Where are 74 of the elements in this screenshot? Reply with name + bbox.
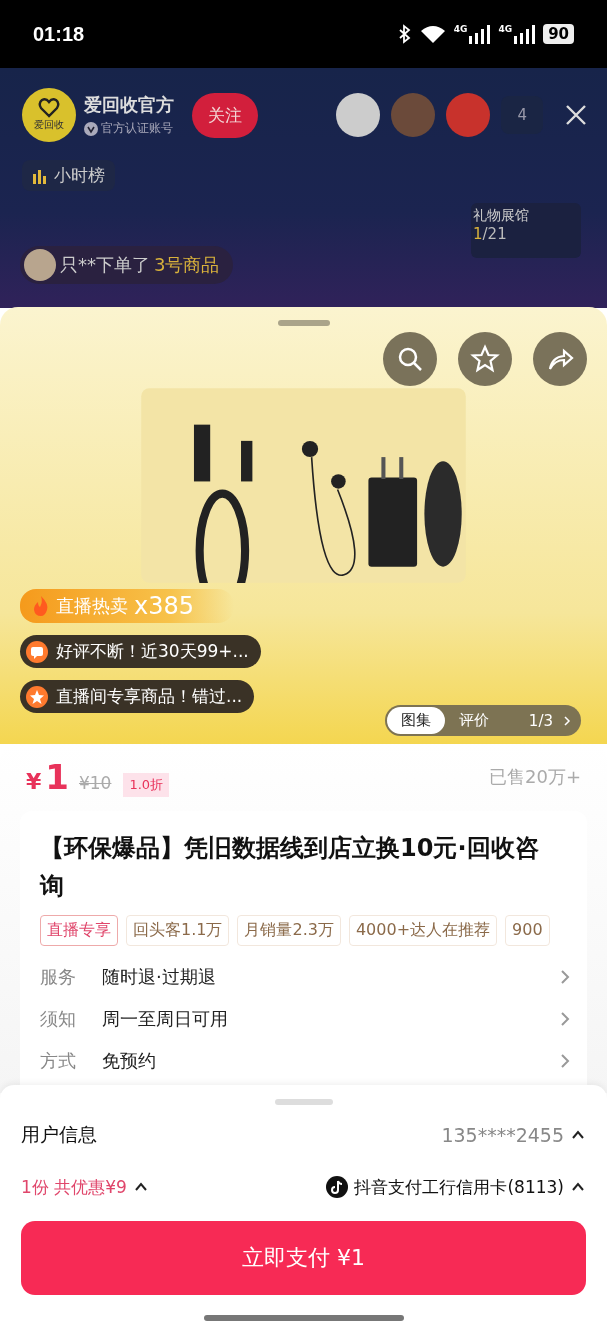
gift-gallery-card[interactable]: 礼物展馆 1/21 bbox=[471, 203, 581, 258]
anchor-avatar[interactable]: 爱回收 bbox=[22, 88, 76, 142]
info-value: 周一至周日可用 bbox=[102, 1007, 228, 1031]
gift-page-current: 1 bbox=[473, 225, 483, 243]
info-label: 方式 bbox=[40, 1049, 77, 1073]
comment-icon bbox=[26, 640, 48, 663]
bar-chart-icon bbox=[32, 167, 48, 184]
info-row[interactable]: 服务 随时退·过期退 bbox=[40, 956, 587, 998]
signal-icon bbox=[468, 24, 491, 44]
rank-label: 小时榜 bbox=[54, 164, 105, 187]
gallery-tab[interactable]: 评价 bbox=[444, 707, 503, 734]
verified-label: 官方认证账号 bbox=[101, 120, 173, 137]
product-tag: 月销量2.3万 bbox=[237, 915, 341, 946]
hot-sale-count: x385 bbox=[134, 592, 194, 620]
price: 1 bbox=[45, 757, 69, 797]
info-row[interactable]: 须知 周一至周日可用 bbox=[40, 998, 587, 1040]
network-label: 4G bbox=[498, 24, 513, 34]
product-tag: 直播专享 bbox=[40, 915, 118, 946]
follow-button[interactable]: 关注 bbox=[192, 92, 258, 138]
discount-badge: 1.0折 bbox=[123, 773, 170, 797]
heart-icon bbox=[38, 98, 60, 118]
highlight-text: 直播间专享商品！错过... bbox=[56, 685, 243, 708]
gallery-tab[interactable]: 图集 bbox=[386, 707, 445, 734]
product-tag: 回头客1.1万 bbox=[126, 915, 230, 946]
fire-icon bbox=[32, 595, 50, 617]
product-title: 【环保爆品】凭旧数据线到店立换10元·回收咨询 bbox=[40, 833, 540, 902]
product-tag: 900 bbox=[505, 915, 550, 946]
user-avatar bbox=[24, 249, 56, 281]
anchor-card[interactable]: 爱回收 爱回收官方 官方认证账号 bbox=[22, 88, 174, 142]
original-price: ¥10 bbox=[79, 773, 112, 793]
phone-number: 135****2455 bbox=[441, 1124, 564, 1146]
share-button[interactable] bbox=[533, 332, 587, 386]
anchor-name: 爱回收官方 bbox=[84, 93, 174, 117]
notice-text: 只**下单了 bbox=[60, 253, 150, 277]
highlight-text: 好评不断！近30天99+... bbox=[56, 640, 249, 663]
savings-selector[interactable]: 1份 共优惠¥9 bbox=[21, 1175, 149, 1199]
pay-button[interactable]: 立即支付 ¥1 bbox=[21, 1221, 586, 1295]
signal-icon bbox=[513, 24, 536, 44]
chevron-right-icon[interactable] bbox=[563, 714, 571, 727]
search-button[interactable] bbox=[383, 332, 437, 386]
bluetooth-icon bbox=[397, 24, 412, 44]
clock-time: 01:18 bbox=[33, 22, 85, 46]
info-row[interactable]: 方式 免预约 bbox=[40, 1040, 587, 1082]
viewer-count[interactable]: 4 bbox=[501, 96, 543, 134]
page-indicator: 1/3 bbox=[528, 711, 553, 730]
info-value: 随时退·过期退 bbox=[102, 965, 216, 989]
verified-icon bbox=[84, 121, 98, 136]
info-label: 须知 bbox=[40, 1007, 77, 1031]
notice-item: 3号商品 bbox=[154, 253, 220, 277]
star-button[interactable] bbox=[458, 332, 512, 386]
sold-count: 已售20万+ bbox=[489, 765, 581, 789]
info-value: 免预约 bbox=[102, 1049, 156, 1073]
drag-handle[interactable] bbox=[274, 1099, 333, 1105]
battery-level: 90 bbox=[543, 24, 574, 44]
user-info-selector[interactable]: 135****2455 bbox=[441, 1124, 586, 1146]
payment-method-selector[interactable]: 抖音支付工行信用卡(8113) bbox=[326, 1175, 586, 1199]
gift-gallery-label: 礼物展馆 bbox=[473, 207, 530, 225]
drag-handle[interactable] bbox=[277, 320, 330, 326]
gift-page-total: /21 bbox=[482, 225, 507, 243]
network-label: 4G bbox=[453, 24, 468, 34]
user-info-label: 用户信息 bbox=[21, 1122, 97, 1147]
product-tag: 4000+达人在推荐 bbox=[348, 915, 498, 946]
rank-button[interactable]: 小时榜 bbox=[22, 160, 115, 191]
info-label: 服务 bbox=[40, 965, 77, 989]
wifi-icon bbox=[419, 24, 446, 44]
payment-method: 抖音支付工行信用卡(8113) bbox=[354, 1175, 564, 1199]
savings-text: 1份 共优惠¥9 bbox=[21, 1175, 127, 1199]
close-icon[interactable] bbox=[565, 104, 587, 126]
star-icon bbox=[469, 343, 501, 375]
avatar-caption: 爱回收 bbox=[34, 118, 64, 132]
hot-sale-label: 直播热卖 bbox=[56, 594, 128, 618]
viewer-avatar[interactable] bbox=[336, 93, 381, 137]
music-note-logo-icon bbox=[326, 1176, 349, 1198]
currency-symbol: ¥ bbox=[26, 769, 42, 794]
